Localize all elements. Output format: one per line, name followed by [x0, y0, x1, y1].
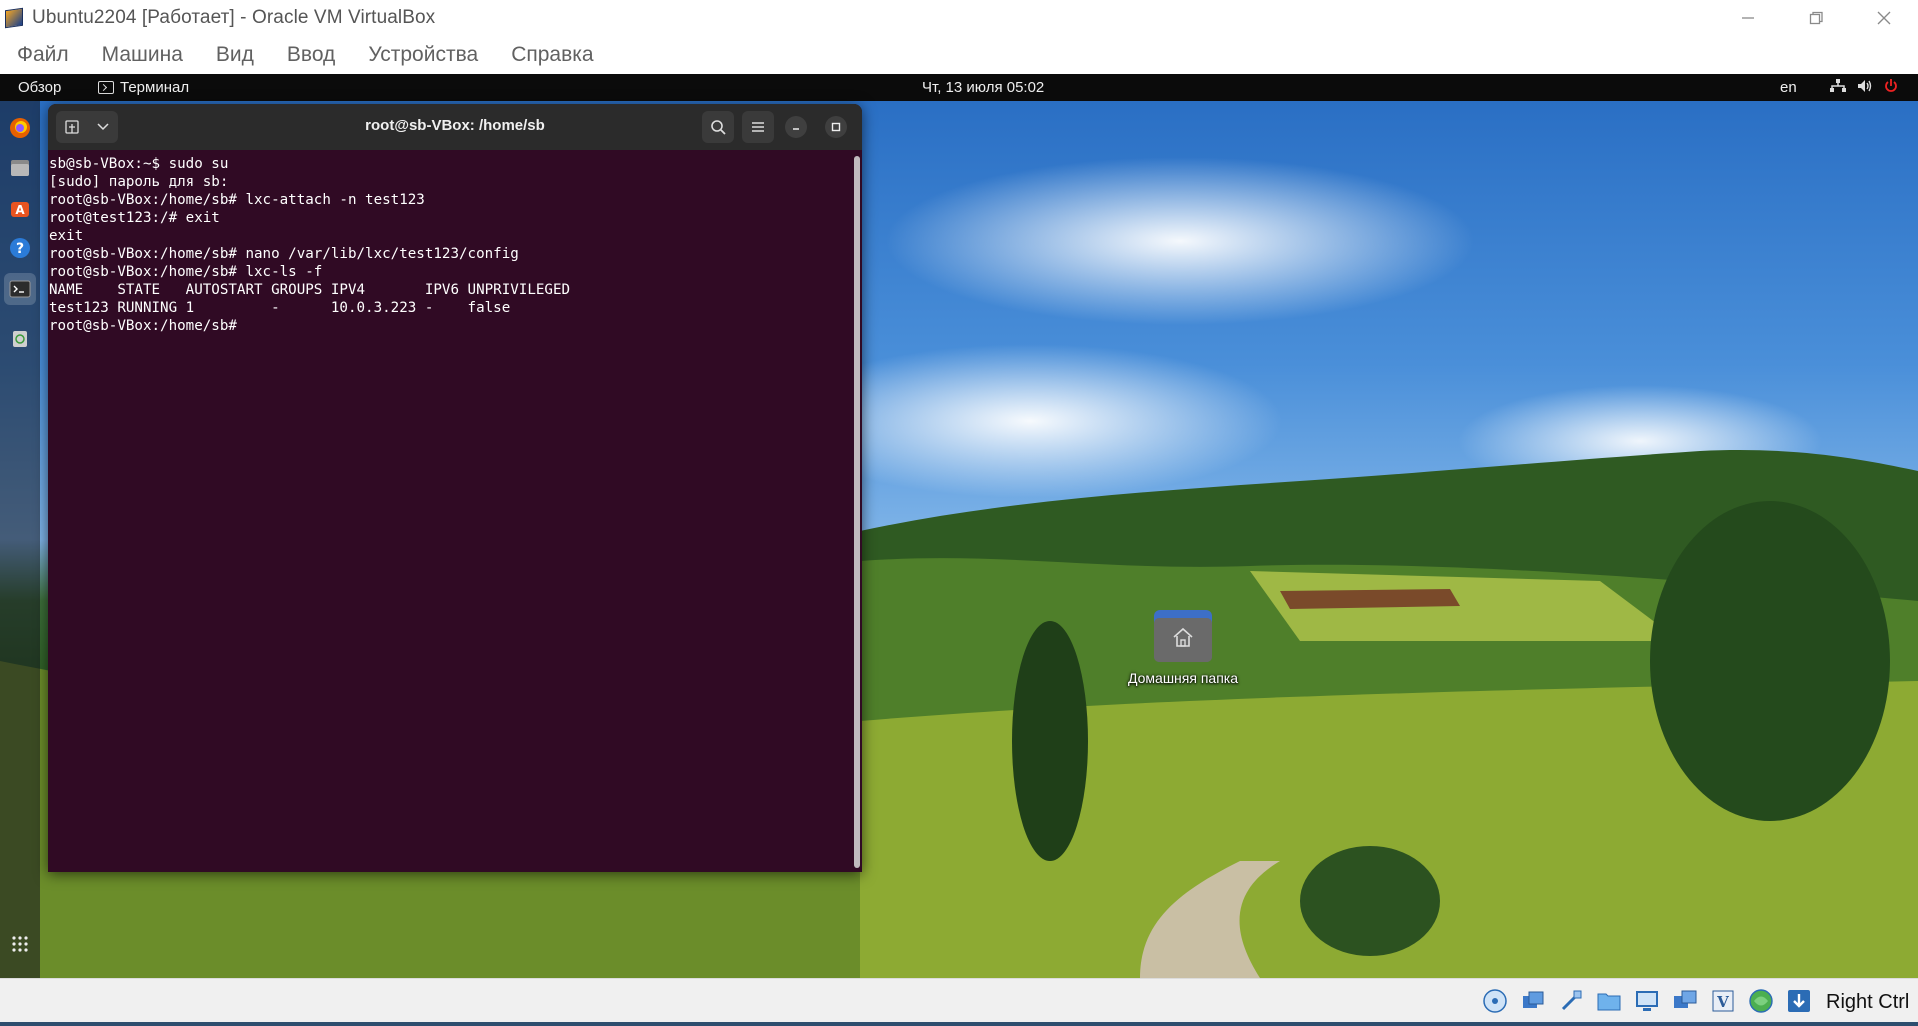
- restore-button[interactable]: [1782, 0, 1850, 36]
- software-store-icon[interactable]: A: [7, 195, 33, 221]
- input-language[interactable]: en: [1780, 79, 1797, 96]
- keyboard-capture-icon[interactable]: [1784, 986, 1814, 1016]
- files-icon[interactable]: [7, 155, 33, 181]
- virtualbox-statusbar: V Right Ctrl: [0, 978, 1918, 1022]
- svg-text:?: ?: [16, 241, 24, 257]
- virtualbox-menubar: Файл Машина Вид Ввод Устройства Справка: [0, 36, 1918, 74]
- firefox-icon[interactable]: [7, 115, 33, 141]
- terminal-line: exit: [49, 228, 84, 244]
- system-tray[interactable]: [1830, 78, 1898, 98]
- taskbar-edge: [0, 1022, 1918, 1026]
- close-icon: [1877, 11, 1891, 25]
- power-icon: [1884, 78, 1898, 98]
- menu-machine[interactable]: Машина: [91, 43, 194, 67]
- terminal-prompt-line: root@sb-VBox:/home/sb#: [49, 318, 246, 334]
- menu-help[interactable]: Справка: [500, 43, 604, 67]
- svg-text:A: A: [15, 203, 25, 217]
- search-button[interactable]: [702, 111, 734, 143]
- terminal-icon: [98, 81, 114, 94]
- terminal-window[interactable]: root@sb-VBox: /home/sb sb@sb-VBox:~$ sud…: [48, 104, 862, 872]
- terminal-line: root@sb-VBox:/home/sb# nano /var/lib/lxc…: [49, 246, 519, 262]
- trash-icon[interactable]: [7, 325, 33, 351]
- shared-folders-icon[interactable]: [1594, 986, 1624, 1016]
- home-folder-desktop-icon[interactable]: Домашняя папка: [1116, 610, 1250, 686]
- usb-icon[interactable]: [1556, 986, 1586, 1016]
- guest-screen[interactable]: Обзор Терминал Чт, 13 июля 05:02 en A ? …: [0, 74, 1918, 978]
- volume-icon: [1857, 79, 1873, 97]
- menu-file[interactable]: Файл: [6, 43, 80, 67]
- recording-icon[interactable]: [1670, 986, 1700, 1016]
- terminal-line: sb@sb-VBox:~$ sudo su: [49, 156, 229, 172]
- terminal-title: root@sb-VBox: /home/sb: [365, 117, 545, 134]
- terminal-output[interactable]: sb@sb-VBox:~$ sudo su [sudo] пароль для s…: [48, 150, 854, 872]
- app-name: Терминал: [120, 79, 190, 96]
- menu-button[interactable]: [742, 111, 774, 143]
- close-button[interactable]: [1850, 0, 1918, 36]
- maximize-icon: [831, 122, 841, 132]
- dock: A ?: [0, 101, 40, 978]
- terminal-scrollbar[interactable]: [854, 156, 860, 868]
- window-title: Ubuntu2204 [Работает] - Oracle VM Virtua…: [32, 7, 436, 28]
- network-icon: [1830, 79, 1846, 97]
- terminal-line: NAME STATE AUTOSTART GROUPS IPV4 IPV6 UN…: [49, 282, 571, 298]
- help-icon[interactable]: ?: [7, 235, 33, 261]
- terminal-line: root@test123:/# exit: [49, 210, 220, 226]
- display-icon[interactable]: [1632, 986, 1662, 1016]
- search-icon: [711, 120, 726, 135]
- show-apps-icon[interactable]: [7, 931, 33, 957]
- host-key-label: Right Ctrl: [1826, 991, 1910, 1013]
- minimize-icon: [793, 128, 799, 130]
- menu-view[interactable]: Вид: [205, 43, 265, 67]
- terminal-icon[interactable]: [4, 273, 36, 305]
- terminal-line: root@sb-VBox:/home/sb# lxc-attach -n tes…: [49, 192, 425, 208]
- optical-drive-icon[interactable]: [1480, 986, 1510, 1016]
- minimize-icon: [1742, 17, 1754, 19]
- activities-button[interactable]: Обзор: [18, 79, 61, 96]
- menu-input[interactable]: Ввод: [276, 43, 346, 67]
- folder-icon: [1154, 610, 1212, 662]
- terminal-headerbar: root@sb-VBox: /home/sb: [48, 104, 862, 150]
- virtualbox-icon: [4, 7, 26, 29]
- svg-text:V: V: [1716, 993, 1729, 1011]
- gnome-topbar: Обзор Терминал Чт, 13 июля 05:02 en: [0, 74, 1918, 101]
- mouse-integration-icon[interactable]: [1746, 986, 1776, 1016]
- virtualbox-titlebar: Ubuntu2204 [Работает] - Oracle VM Virtua…: [0, 0, 1918, 36]
- terminal-line: root@sb-VBox:/home/sb# lxc-ls -f: [49, 264, 323, 280]
- restore-icon: [1809, 11, 1823, 25]
- terminal-maximize-button[interactable]: [825, 116, 847, 138]
- minimize-button[interactable]: [1714, 0, 1782, 36]
- clock[interactable]: Чт, 13 июля 05:02: [922, 79, 1044, 96]
- virtualization-icon[interactable]: V: [1708, 986, 1738, 1016]
- terminal-minimize-button[interactable]: [785, 116, 807, 138]
- terminal-line: test123 RUNNING 1 - 10.0.3.223 - false: [49, 300, 511, 316]
- home-folder-label: Домашняя папка: [1127, 670, 1239, 686]
- menu-devices[interactable]: Устройства: [357, 43, 489, 67]
- network-icon[interactable]: [1518, 986, 1548, 1016]
- hamburger-icon: [752, 122, 764, 132]
- app-menu[interactable]: Терминал: [98, 79, 189, 96]
- terminal-line: [sudo] пароль для sb:: [49, 174, 229, 190]
